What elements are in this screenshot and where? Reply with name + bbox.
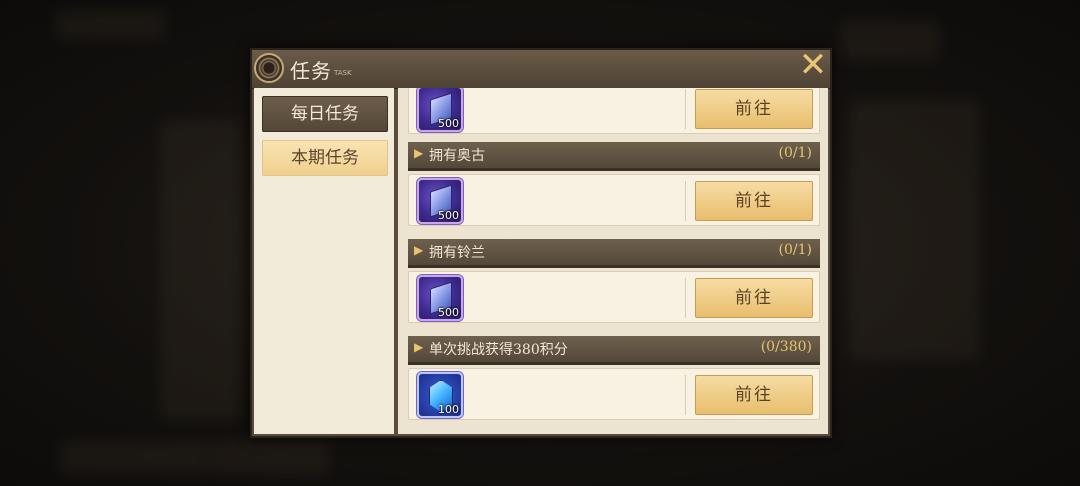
divider bbox=[685, 89, 686, 129]
task-progress: (0/380) bbox=[760, 339, 812, 355]
task-card: 500 前往 bbox=[408, 88, 820, 134]
task-name: 拥有奥古 bbox=[429, 148, 485, 164]
divider bbox=[685, 181, 686, 221]
reward-quantity: 500 bbox=[438, 117, 459, 130]
task-dialog: 任务 TASK ✕ 每日任务 本期任务 500 前往 ▶ 拥有奥古 (0/1) bbox=[250, 48, 832, 438]
purple-ingot-icon[interactable]: 500 bbox=[417, 88, 463, 132]
task-progress: (0/1) bbox=[778, 145, 812, 161]
reward-quantity: 500 bbox=[438, 306, 459, 319]
task-row: 500 前往 bbox=[408, 271, 820, 323]
task-row: 500 前往 bbox=[408, 174, 820, 226]
task-row: 500 前往 bbox=[408, 88, 820, 134]
purple-ingot-icon[interactable]: 500 bbox=[417, 275, 463, 321]
task-name: 单次挑战获得380积分 bbox=[429, 342, 568, 358]
purple-ingot-icon[interactable]: 500 bbox=[417, 178, 463, 224]
close-icon[interactable]: ✕ bbox=[796, 48, 830, 84]
task-card: 500 前往 bbox=[408, 271, 820, 323]
task-progress: (0/1) bbox=[778, 242, 812, 258]
go-button[interactable]: 前往 bbox=[695, 375, 813, 415]
dialog-title: 任务 bbox=[290, 59, 332, 83]
divider bbox=[685, 278, 686, 318]
dialog-header: 任务 TASK ✕ bbox=[252, 48, 830, 89]
sidebar: 每日任务 本期任务 bbox=[254, 88, 394, 434]
arrow-icon: ▶ bbox=[414, 340, 424, 354]
divider bbox=[685, 375, 686, 415]
task-card: 100 前往 bbox=[408, 368, 820, 420]
reward-quantity: 100 bbox=[438, 403, 459, 416]
dialog-subtitle: TASK bbox=[334, 69, 352, 77]
go-button[interactable]: 前往 bbox=[695, 181, 813, 221]
arrow-icon: ▶ bbox=[414, 243, 424, 257]
task-row: 100 前往 bbox=[408, 368, 820, 420]
arrow-icon: ▶ bbox=[414, 146, 424, 160]
tab-period-tasks[interactable]: 本期任务 bbox=[262, 140, 388, 176]
task-list[interactable]: 500 前往 ▶ 拥有奥古 (0/1) 500 前往 ▶ 拥有铃兰 (0/1) … bbox=[398, 88, 828, 434]
go-button[interactable]: 前往 bbox=[695, 89, 813, 129]
task-header: ▶ 拥有铃兰 (0/1) bbox=[408, 239, 820, 268]
blue-crystal-icon[interactable]: 100 bbox=[417, 372, 463, 418]
go-button[interactable]: 前往 bbox=[695, 278, 813, 318]
task-header: ▶ 单次挑战获得380积分 (0/380) bbox=[408, 336, 820, 365]
reward-quantity: 500 bbox=[438, 209, 459, 222]
task-emblem-icon bbox=[254, 53, 284, 83]
tab-daily-tasks[interactable]: 每日任务 bbox=[262, 96, 388, 132]
task-header: ▶ 拥有奥古 (0/1) bbox=[408, 142, 820, 171]
task-name: 拥有铃兰 bbox=[429, 245, 485, 261]
task-card: 500 前往 bbox=[408, 174, 820, 226]
